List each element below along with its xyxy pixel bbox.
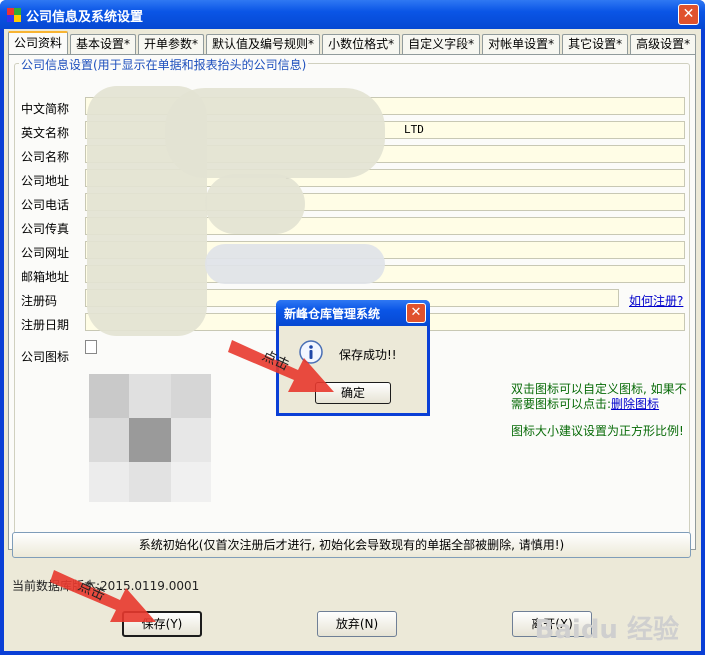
logo-hint-line2-text: 需要图标可以点击: <box>511 397 612 411</box>
baidu-watermark: Baidu 经验 <box>534 615 679 645</box>
tab-strip: 公司资料 基本设置* 开单参数* 默认值及编号规则* 小数位格式* 自定义字段*… <box>8 31 698 55</box>
settings-window: 公司信息及系统设置 ✕ 公司资料 基本设置* 开单参数* 默认值及编号规则* 小… <box>0 0 705 655</box>
tab-other-settings[interactable]: 其它设置* <box>562 34 629 55</box>
en-name-value: LTD <box>404 123 424 136</box>
system-initialize-button[interactable]: 系统初始化(仅首次注册后才进行, 初始化会导致现有的单据全部被删除, 请慎用!) <box>12 532 691 558</box>
window-close-button[interactable]: ✕ <box>678 4 699 25</box>
discard-button[interactable]: 放弃(N) <box>317 611 397 637</box>
logo-hint-line1: 双击图标可以自定义图标, 如果不 <box>511 382 687 396</box>
privacy-blur <box>165 88 385 178</box>
privacy-blur <box>205 244 385 284</box>
logo-frame[interactable] <box>85 340 97 354</box>
tab-advanced-settings[interactable]: 高级设置* <box>630 34 697 55</box>
logo-hint-line3: 图标大小建议设置为正方形比例! <box>511 424 684 438</box>
tab-company-info[interactable]: 公司资料 <box>8 31 69 55</box>
tab-order-params[interactable]: 开单参数* <box>138 34 205 55</box>
label-register-date: 注册日期 <box>21 318 70 332</box>
label-company-fax: 公司传真 <box>21 222 70 236</box>
label-register-code: 注册码 <box>21 294 58 308</box>
label-email: 邮箱地址 <box>21 270 70 284</box>
tab-defaults-numbering[interactable]: 默认值及编号规则* <box>206 34 321 55</box>
company-logo-image[interactable] <box>89 374 213 504</box>
tab-basic-settings[interactable]: 基本设置* <box>70 34 137 55</box>
label-company-phone: 公司电话 <box>21 198 70 212</box>
dialog-close-button[interactable]: ✕ <box>406 303 426 323</box>
privacy-blur <box>205 174 305 234</box>
group-legend: 公司信息设置(用于显示在单据和报表抬头的公司信息) <box>19 56 309 73</box>
tab-decimal-format[interactable]: 小数位格式* <box>322 34 401 55</box>
dialog-message: 保存成功!! <box>339 348 397 362</box>
how-to-register-link[interactable]: 如何注册? <box>629 292 683 309</box>
delete-logo-link[interactable]: 删除图标 <box>611 397 659 411</box>
tab-custom-fields[interactable]: 自定义字段* <box>402 34 481 55</box>
tab-statement-settings[interactable]: 对帐单设置* <box>482 34 561 55</box>
label-company-website: 公司网址 <box>21 246 70 260</box>
dialog-titlebar[interactable]: 新峰仓库管理系统 ✕ <box>276 300 430 326</box>
window-titlebar[interactable]: 公司信息及系统设置 ✕ <box>0 0 705 29</box>
label-company-logo: 公司图标 <box>21 350 70 364</box>
label-company-name: 公司名称 <box>21 150 70 164</box>
dialog-title: 新峰仓库管理系统 <box>284 307 381 321</box>
label-en-name: 英文名称 <box>21 126 70 140</box>
logo-hint-line2: 需要图标可以点击:删除图标 <box>511 397 659 412</box>
window-title: 公司信息及系统设置 <box>26 10 144 25</box>
label-cn-short-name: 中文简称 <box>21 102 70 116</box>
app-icon <box>7 8 21 22</box>
label-company-address: 公司地址 <box>21 174 70 188</box>
